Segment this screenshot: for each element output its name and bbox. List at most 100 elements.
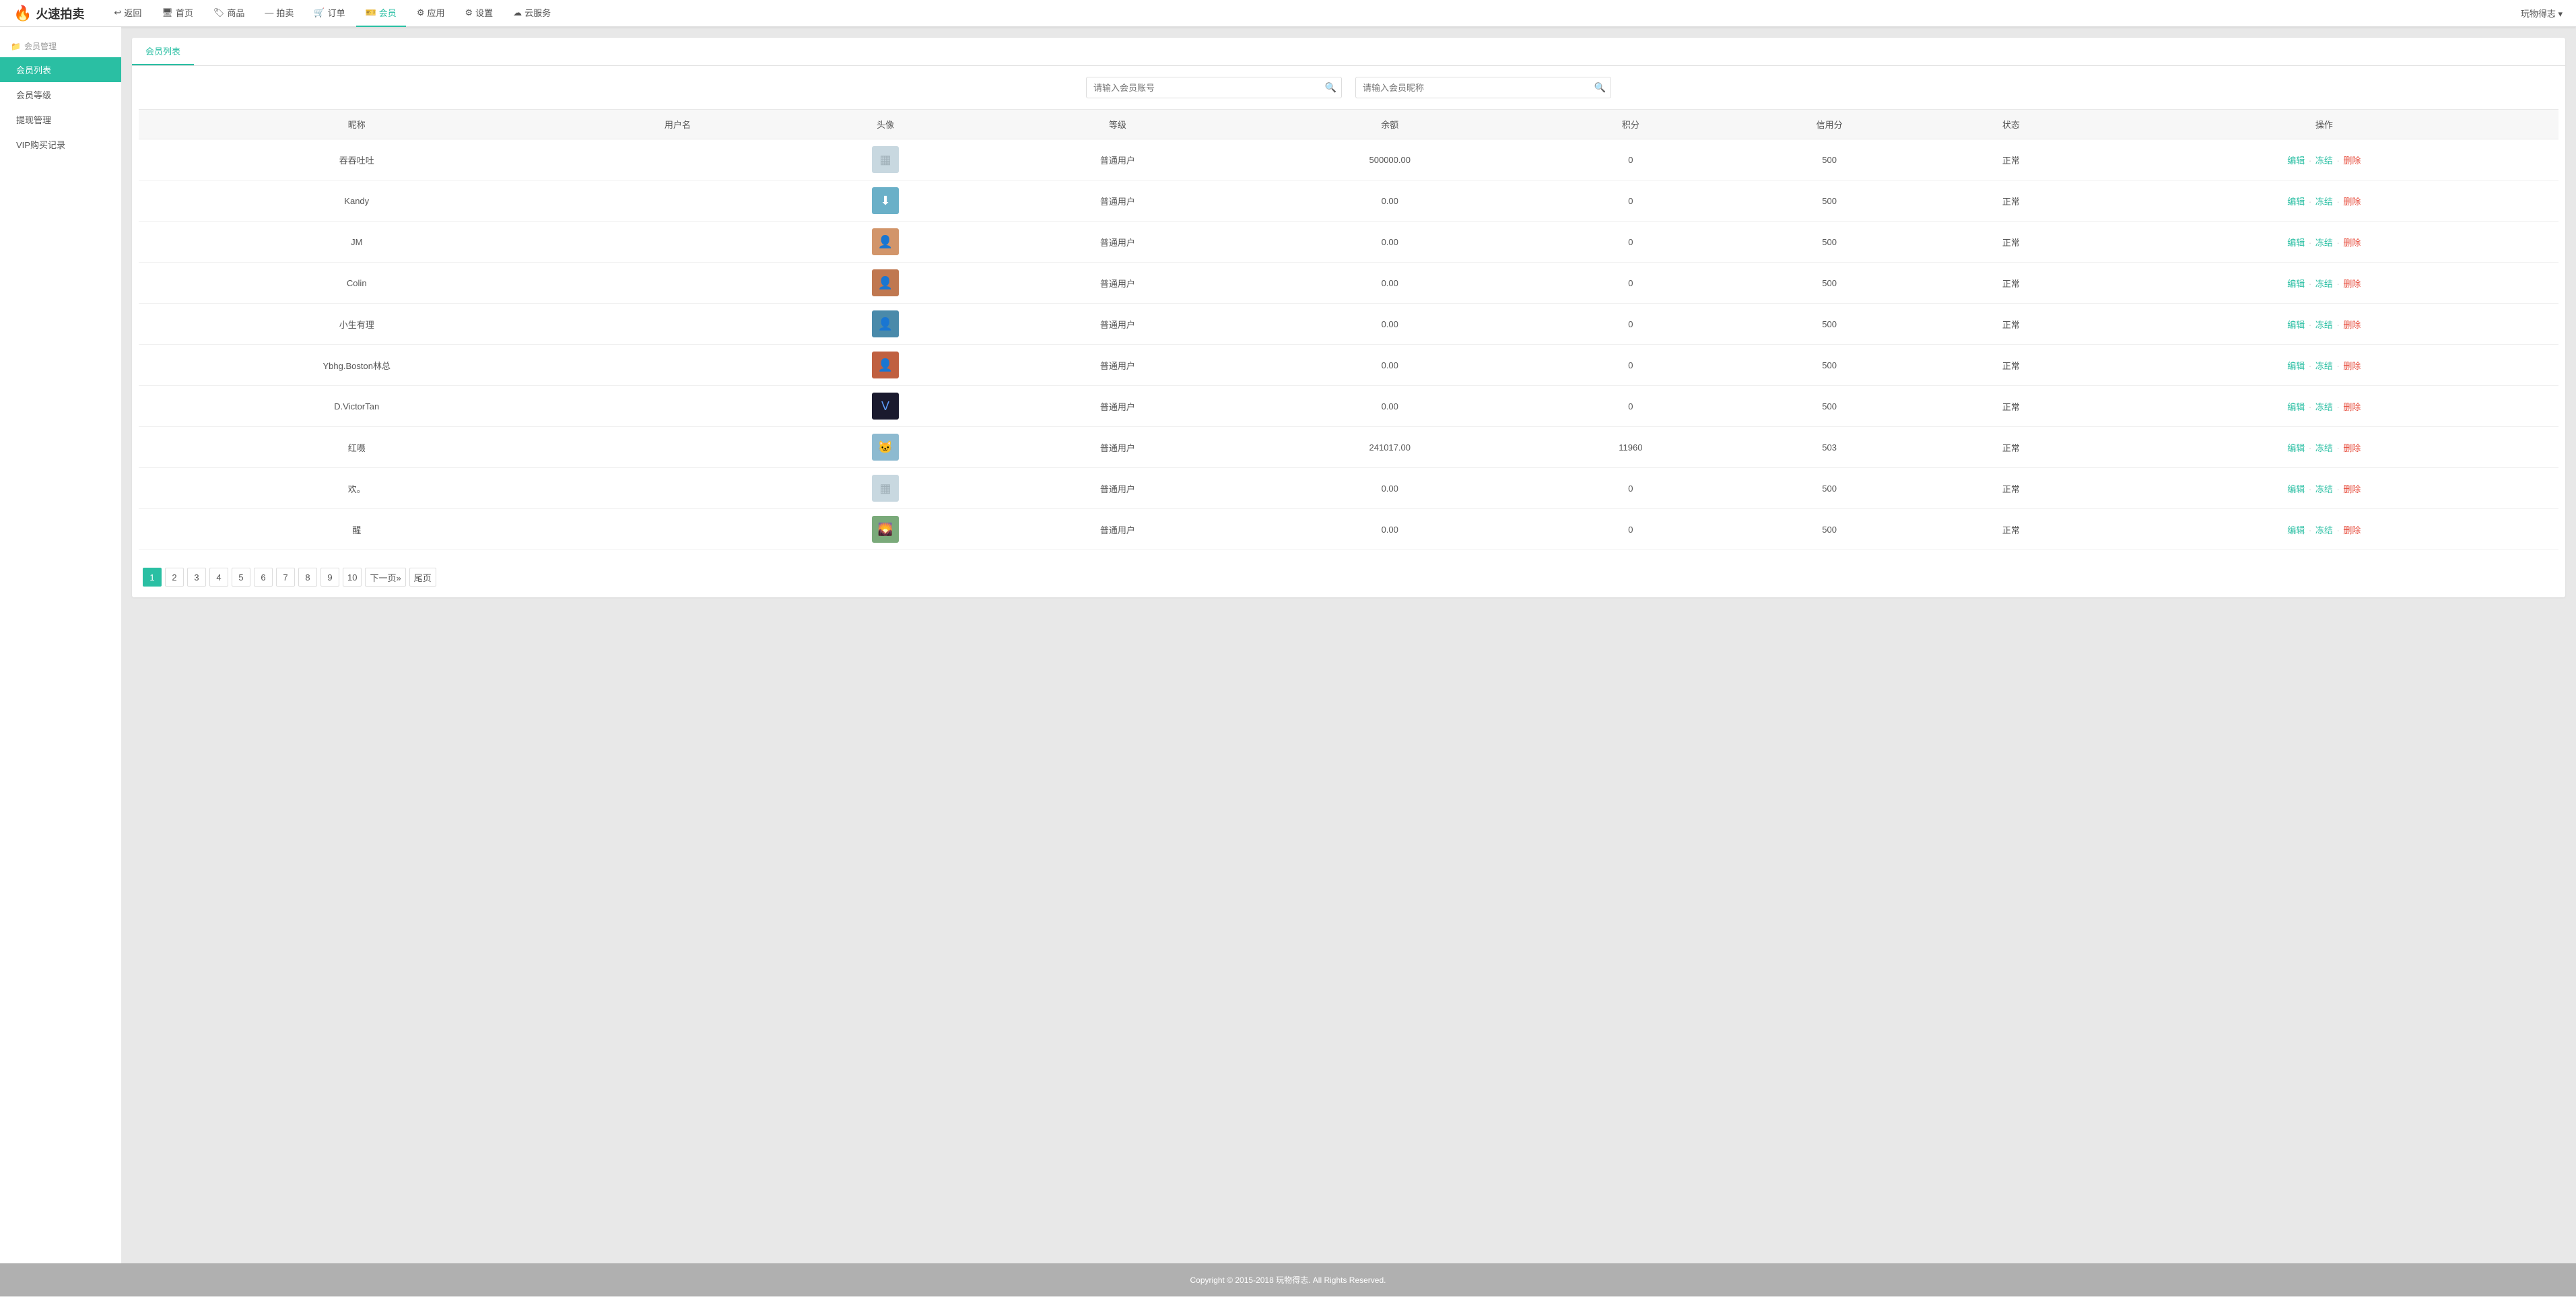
cell-actions: 编辑 · 冻结 · 删除	[2090, 509, 2558, 550]
cell-status: 正常	[1932, 345, 2090, 386]
sidebar-item-member-level[interactable]: 会员等级	[0, 82, 121, 107]
action-edit[interactable]: 编辑	[2287, 361, 2305, 371]
sep2: ·	[2336, 443, 2339, 453]
sidebar-item-member-list[interactable]: 会员列表	[0, 57, 121, 82]
avatar: V	[872, 393, 899, 420]
brand-logo[interactable]: 🔥 火速拍卖	[13, 5, 84, 22]
nav-app[interactable]: ⚙ 应用	[407, 0, 454, 27]
members-table: 昵称 用户名 头像 等级 余额 积分 信用分 状态 操作 吞吞吐吐	[139, 109, 2558, 550]
nav-goods[interactable]: 🏷 商品	[204, 0, 255, 27]
page-btn-4[interactable]: 4	[209, 568, 228, 587]
action-freeze[interactable]: 冻结	[2315, 197, 2333, 207]
action-edit[interactable]: 编辑	[2287, 402, 2305, 412]
nav-member[interactable]: 🎫 会员	[356, 0, 406, 27]
action-freeze[interactable]: 冻结	[2315, 402, 2333, 412]
cell-balance: 0.00	[1245, 222, 1535, 263]
page-btn-6[interactable]: 6	[254, 568, 273, 587]
sep1: ·	[2309, 484, 2311, 494]
cell-nickname: 小生有理	[139, 304, 574, 345]
cell-balance: 0.00	[1245, 386, 1535, 427]
page-btn-1[interactable]: 1	[143, 568, 162, 587]
action-edit[interactable]: 编辑	[2287, 197, 2305, 207]
search-nickname-button[interactable]: 🔍	[1594, 82, 1606, 94]
action-edit[interactable]: 编辑	[2287, 279, 2305, 289]
action-freeze[interactable]: 冻结	[2315, 443, 2333, 453]
avatar: ▦	[872, 146, 899, 173]
back-icon: ↩	[114, 7, 121, 18]
cell-actions: 编辑 · 冻结 · 删除	[2090, 263, 2558, 304]
page-btn-7[interactable]: 7	[276, 568, 295, 587]
page-btn-5[interactable]: 5	[232, 568, 250, 587]
top-nav: 🔥 火速拍卖 ↩ 返回 🖥 首页 🏷 商品 — 拍卖 🛒 订单 🎫 会员 ⚙	[0, 0, 2576, 27]
action-edit[interactable]: 编辑	[2287, 525, 2305, 535]
action-edit[interactable]: 编辑	[2287, 443, 2305, 453]
page-btn-2[interactable]: 2	[165, 568, 184, 587]
action-freeze[interactable]: 冻结	[2315, 238, 2333, 248]
table-row: JM 👤 普通用户 0.00 0 500 正常 编辑 · 冻结 · 删除	[139, 222, 2558, 263]
cell-credit: 500	[1726, 468, 1932, 509]
cell-points: 0	[1535, 345, 1727, 386]
cell-avatar: 👤	[780, 304, 990, 345]
nav-back[interactable]: ↩ 返回	[104, 0, 151, 27]
cell-username	[574, 427, 780, 468]
action-freeze[interactable]: 冻结	[2315, 484, 2333, 494]
action-delete[interactable]: 删除	[2343, 279, 2361, 289]
action-delete[interactable]: 删除	[2343, 197, 2361, 207]
action-delete[interactable]: 删除	[2343, 484, 2361, 494]
cell-balance: 0.00	[1245, 509, 1535, 550]
nav-dropdown[interactable]: 玩物得志 ▾	[2521, 7, 2563, 20]
action-freeze[interactable]: 冻结	[2315, 320, 2333, 330]
action-freeze[interactable]: 冻结	[2315, 156, 2333, 166]
cell-credit: 500	[1726, 509, 1932, 550]
cell-username	[574, 345, 780, 386]
sep1: ·	[2309, 443, 2311, 453]
action-freeze[interactable]: 冻结	[2315, 361, 2333, 371]
page-btn-9[interactable]: 9	[320, 568, 339, 587]
page-btn-8[interactable]: 8	[298, 568, 317, 587]
page-btn-3[interactable]: 3	[187, 568, 206, 587]
nav-order[interactable]: 🛒 订单	[304, 0, 354, 27]
action-freeze[interactable]: 冻结	[2315, 525, 2333, 535]
action-edit[interactable]: 编辑	[2287, 484, 2305, 494]
next-page-button[interactable]: 下一页»	[365, 568, 405, 587]
sep1: ·	[2309, 525, 2311, 535]
sep2: ·	[2336, 197, 2339, 207]
sidebar-item-withdraw[interactable]: 提现管理	[0, 107, 121, 132]
action-edit[interactable]: 编辑	[2287, 238, 2305, 248]
main-content: 会员列表 🔍 🔍 昵称	[121, 27, 2576, 1263]
action-delete[interactable]: 删除	[2343, 443, 2361, 453]
avatar: 🐱	[872, 434, 899, 461]
pagination: 12345678910下一页»尾页	[132, 561, 2565, 597]
action-delete[interactable]: 删除	[2343, 402, 2361, 412]
last-page-button[interactable]: 尾页	[409, 568, 436, 587]
cell-nickname: 醒	[139, 509, 574, 550]
action-delete[interactable]: 删除	[2343, 156, 2361, 166]
action-delete[interactable]: 删除	[2343, 361, 2361, 371]
nav-cloud[interactable]: ☁ 云服务	[504, 0, 560, 27]
action-edit[interactable]: 编辑	[2287, 320, 2305, 330]
action-delete[interactable]: 删除	[2343, 525, 2361, 535]
sidebar-item-vip-purchase[interactable]: VIP购买记录	[0, 132, 121, 157]
cell-nickname: Ybhg.Boston林总	[139, 345, 574, 386]
sidebar: 📁 会员管理 会员列表 会员等级 提现管理 VIP购买记录	[0, 27, 121, 1263]
search-account-button[interactable]: 🔍	[1325, 82, 1336, 94]
sidebar-section-title: 📁 会员管理	[0, 34, 121, 57]
cell-status: 正常	[1932, 468, 2090, 509]
page-btn-10[interactable]: 10	[343, 568, 362, 587]
search-account-input[interactable]	[1086, 77, 1342, 98]
action-delete[interactable]: 删除	[2343, 320, 2361, 330]
nav-home[interactable]: 🖥 首页	[152, 0, 203, 27]
tab-member-list[interactable]: 会员列表	[132, 38, 194, 65]
action-edit[interactable]: 编辑	[2287, 156, 2305, 166]
cell-level: 普通用户	[990, 386, 1245, 427]
action-freeze[interactable]: 冻结	[2315, 279, 2333, 289]
cell-actions: 编辑 · 冻结 · 删除	[2090, 468, 2558, 509]
cell-level: 普通用户	[990, 139, 1245, 180]
col-nickname: 昵称	[139, 110, 574, 139]
search-nickname-input[interactable]	[1355, 77, 1611, 98]
col-avatar: 头像	[780, 110, 990, 139]
nav-settings[interactable]: ⚙ 设置	[455, 0, 502, 27]
nav-auction[interactable]: — 拍卖	[255, 0, 303, 27]
ticket-icon: 🎫	[366, 7, 376, 18]
action-delete[interactable]: 删除	[2343, 238, 2361, 248]
